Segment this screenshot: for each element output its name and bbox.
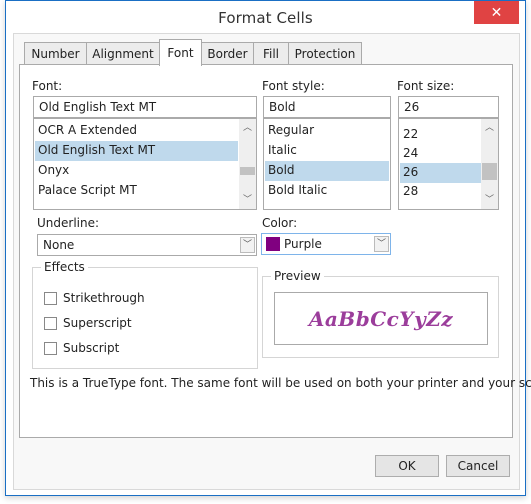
font-style-list[interactable]: Regular Italic Bold Bold Italic [263, 117, 391, 210]
dialog-client-area: Number Alignment Font Border Fill Protec… [13, 33, 531, 490]
close-icon: ✕ [490, 4, 503, 21]
font-size-label: Font size: [397, 79, 455, 93]
preview-title: Preview [271, 269, 324, 283]
close-button[interactable]: ✕ [474, 1, 519, 24]
font-tab-panel: Font: Old English Text MT OCR A Extended… [19, 64, 531, 438]
font-style-list-item[interactable]: Regular [265, 121, 389, 141]
tab-label: Border [207, 47, 248, 61]
effects-title: Effects [41, 260, 88, 274]
format-cells-dialog: Format Cells ✕ Number Alignment Font Bor… [5, 0, 531, 496]
tab-label: Alignment [92, 47, 154, 61]
font-list-item[interactable]: Onyx [35, 161, 238, 181]
superscript-checkbox[interactable]: Superscript [44, 315, 132, 331]
chevron-down-icon[interactable]: ﹀ [481, 192, 498, 208]
underline-label: Underline: [37, 216, 100, 230]
tab-label: Font [167, 46, 194, 60]
strikethrough-checkbox[interactable]: Strikethrough [44, 290, 145, 306]
underline-value: None [43, 238, 75, 252]
subscript-checkbox[interactable]: Subscript [44, 340, 119, 356]
font-list[interactable]: OCR A Extended Old English Text MT Onyx … [33, 117, 257, 210]
tab-number[interactable]: Number [24, 42, 87, 65]
font-label: Font: [32, 79, 63, 93]
font-style-list-item[interactable]: Italic [265, 141, 389, 161]
color-label: Color: [262, 216, 298, 230]
checkbox-label: Superscript [63, 316, 132, 330]
font-input[interactable]: Old English Text MT [33, 96, 257, 118]
tab-font[interactable]: Font [159, 39, 202, 66]
preview-group: Preview AaBbCcYyZz [262, 269, 499, 358]
checkbox-icon[interactable] [44, 291, 57, 305]
font-style-label: Font style: [262, 79, 325, 93]
font-size-list[interactable]: 22 24 26 28 ︿ ﹀ [398, 117, 499, 210]
font-style-input[interactable]: Bold [263, 96, 391, 118]
font-style-list-item[interactable]: Bold Italic [265, 181, 389, 201]
checkbox-icon[interactable] [44, 316, 57, 330]
checkbox-label: Subscript [63, 341, 120, 355]
tab-label: Protection [294, 47, 356, 61]
tab-border[interactable]: Border [201, 42, 254, 65]
font-size-input[interactable]: 26 [398, 96, 499, 118]
preview-sample: AaBbCcYyZz [308, 306, 454, 331]
chevron-up-icon[interactable]: ︿ [481, 120, 498, 136]
chevron-down-icon[interactable]: ﹀ [239, 192, 256, 208]
scrollbar-thumb[interactable] [240, 167, 255, 175]
tab-label: Number [31, 47, 80, 61]
underline-dropdown[interactable]: None ﹀ [37, 234, 257, 256]
tab-protection[interactable]: Protection [288, 42, 362, 65]
chevron-down-icon[interactable]: ﹀ [240, 237, 255, 253]
font-list-item-selected[interactable]: Old English Text MT [35, 141, 238, 161]
effects-group: Effects Strikethrough Superscript Subscr… [32, 260, 258, 369]
font-size-list-item[interactable]: 22 [400, 125, 481, 145]
tab-label: Fill [262, 47, 280, 61]
tab-fill[interactable]: Fill [253, 42, 289, 65]
font-size-list-item[interactable]: 24 [400, 144, 481, 164]
font-size-list-scrollbar[interactable]: ︿ ﹀ [481, 119, 498, 209]
dialog-title: Format Cells [218, 9, 313, 27]
cancel-button[interactable]: Cancel [446, 455, 510, 477]
font-list-item[interactable]: OCR A Extended [35, 121, 238, 141]
font-list-item[interactable]: Palace Script MT [35, 181, 238, 201]
font-list-scrollbar[interactable]: ︿ ﹀ [239, 119, 256, 209]
ok-button[interactable]: OK [375, 455, 439, 477]
color-swatch [266, 237, 280, 251]
tab-alignment[interactable]: Alignment [86, 42, 160, 65]
font-size-list-item-selected[interactable]: 26 [400, 163, 481, 183]
chevron-down-icon[interactable]: ﹀ [374, 236, 389, 252]
checkbox-icon[interactable] [44, 341, 57, 355]
color-value: Purple [284, 237, 322, 251]
color-dropdown[interactable]: Purple ﹀ [261, 233, 391, 255]
scrollbar-thumb[interactable] [482, 163, 497, 180]
font-info-note: This is a TrueType font. The same font w… [30, 376, 531, 390]
preview-box: AaBbCcYyZz [274, 292, 488, 345]
checkbox-label: Strikethrough [63, 291, 145, 305]
chevron-up-icon[interactable]: ︿ [239, 120, 256, 136]
font-size-list-item[interactable]: 28 [400, 182, 481, 202]
font-style-list-item-selected[interactable]: Bold [265, 161, 389, 181]
